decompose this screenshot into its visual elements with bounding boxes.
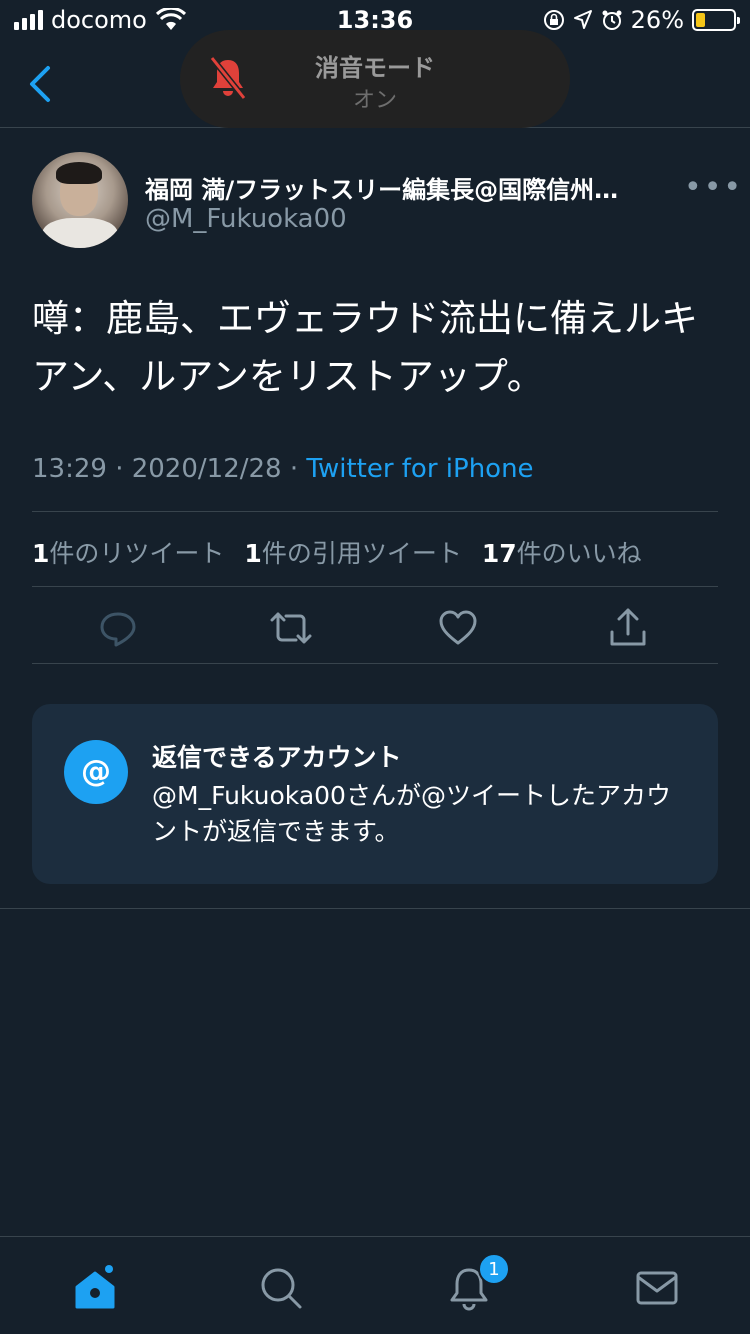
divider (0, 908, 750, 909)
location-icon (573, 10, 592, 29)
author-name[interactable]: 福岡 満/フラットスリー編集長@国際信州… (145, 170, 665, 205)
reply-icon[interactable] (98, 606, 138, 650)
avatar[interactable] (32, 152, 128, 248)
likes-count: 17 (481, 539, 517, 568)
battery-level (696, 13, 706, 27)
reply-permission-card: @ 返信できるアカウント @M_Fukuoka00さんが@ツイートしたアカウント… (32, 704, 718, 884)
silent-mode-banner: 消音モード オン (180, 30, 570, 128)
quotes-label: 件の引用ツイート (261, 539, 462, 568)
tweet-source-link[interactable]: Twitter for iPhone (306, 454, 533, 484)
divider (32, 586, 718, 587)
reply-card-title: 返信できるアカウント (152, 743, 402, 772)
silent-mode-state: オン (352, 88, 397, 113)
orientation-lock-icon (543, 10, 564, 30)
battery-percent: 26% (630, 6, 684, 34)
retweet-icon[interactable] (268, 606, 314, 650)
battery-icon (692, 9, 740, 31)
divider (32, 663, 718, 664)
retweets-label: 件のリツイート (49, 539, 225, 568)
divider (32, 511, 718, 512)
more-options-icon[interactable]: ••• (684, 170, 743, 205)
retweets-stat[interactable]: 1件のリツイート (32, 534, 224, 570)
home-icon[interactable] (72, 1265, 118, 1311)
bottom-tab-bar: 1 (0, 1236, 750, 1334)
back-chevron-icon[interactable] (26, 62, 54, 106)
tweet-actions (0, 606, 750, 654)
messages-envelope-icon[interactable] (634, 1265, 680, 1311)
at-sign-icon: @ (64, 740, 128, 804)
likes-label: 件のいいね (516, 539, 642, 568)
alarm-icon (602, 10, 622, 30)
header: 消音モード オン (0, 30, 750, 128)
likes-stat[interactable]: 17件のいいね (482, 534, 642, 570)
notifications-badge: 1 (478, 1253, 510, 1285)
quotes-stat[interactable]: 1件の引用ツイート (244, 534, 461, 570)
reply-card-body: @M_Fukuoka00さんが@ツイートしたアカウントが返信できます。 (152, 781, 671, 846)
share-icon[interactable] (608, 606, 648, 650)
tweet-text: 噂：鹿島、エヴェラウド流出に備えルキアン、ルアンをリストアップ。 (32, 297, 698, 398)
tweet-meta: 13:29 · 2020/12/28 · Twitter for iPhone (32, 454, 534, 484)
silent-mode-title: 消音モード (315, 54, 435, 82)
tweet-timestamp: 13:29 · 2020/12/28 · (32, 454, 307, 484)
retweets-count: 1 (32, 539, 50, 568)
author-handle[interactable]: @M_Fukuoka00 (145, 204, 347, 234)
tweet-stats: 1件のリツイート 1件の引用ツイート 17件のいいね (32, 534, 642, 570)
search-icon[interactable] (258, 1265, 304, 1311)
status-right: 26% (543, 6, 740, 34)
quotes-count: 1 (244, 539, 262, 568)
like-heart-icon[interactable] (438, 606, 478, 650)
